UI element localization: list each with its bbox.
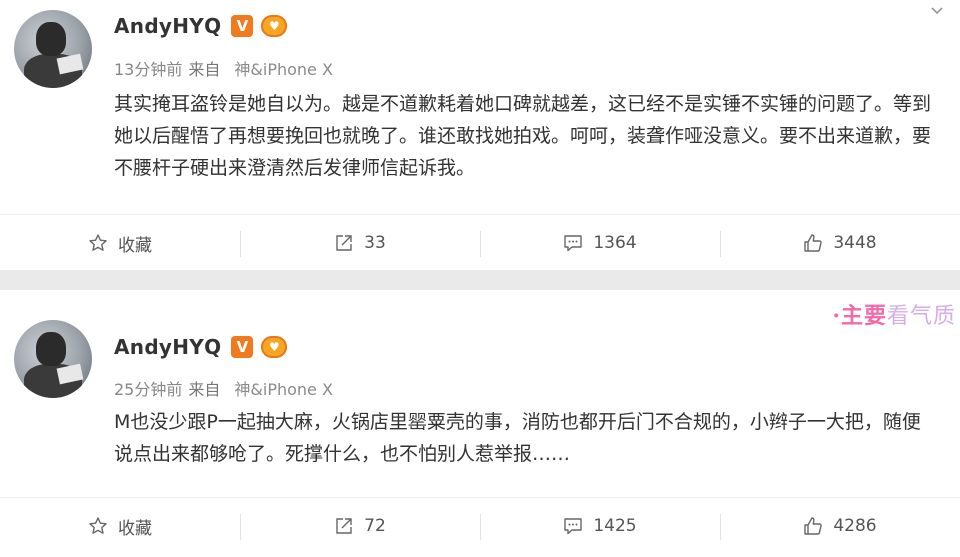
watermark: ·主要看气质: [832, 303, 956, 329]
repost-button[interactable]: 72: [240, 498, 480, 554]
weibo-post: AndyHYQ V ♥ 25分钟前 来自 神&iPhone X M也没少跟P一起…: [0, 290, 960, 557]
thumbs-up-icon: [804, 234, 823, 252]
post-content: M也没少跟P一起抽大麻，火锅店里罂粟壳的事，消防也都开后门不合规的，小辫子一大把…: [114, 411, 921, 465]
verified-badge-icon: V: [231, 336, 254, 358]
device-label: 神&iPhone X: [234, 380, 333, 399]
comment-icon: [564, 518, 583, 535]
star-icon: [89, 234, 107, 251]
post-time[interactable]: 25分钟前: [114, 376, 182, 400]
repost-count: 72: [364, 516, 386, 536]
fan-badge-icon: ♥: [261, 336, 288, 358]
comment-button[interactable]: 1364: [480, 215, 720, 271]
like-count: 3448: [833, 233, 877, 253]
like-button[interactable]: 4286: [720, 498, 960, 554]
avatar[interactable]: [14, 320, 92, 398]
action-bar: 收藏 33 1364 3448: [0, 214, 960, 271]
star-icon: [89, 517, 107, 534]
share-icon: [336, 518, 352, 534]
post-time[interactable]: 13分钟前: [114, 56, 182, 80]
username[interactable]: AndyHYQ: [114, 335, 221, 359]
verified-badge-icon: V: [231, 15, 254, 37]
chevron-down-icon[interactable]: [928, 2, 946, 20]
comment-button[interactable]: 1425: [480, 498, 720, 554]
favorite-label: 收藏: [118, 518, 152, 539]
comment-count: 1425: [593, 516, 637, 536]
from-label: 来自: [188, 60, 221, 79]
post-content: 其实掩耳盗铃是她自以为。越是不道歉耗着她口碑就越差，这已经不是实锤不实锤的问题了…: [114, 93, 932, 179]
author-row: AndyHYQ V ♥: [114, 14, 288, 38]
post-meta: 25分钟前 来自 神&iPhone X: [114, 376, 333, 400]
post-meta: 13分钟前 来自 神&iPhone X: [114, 56, 333, 80]
favorite-button[interactable]: 收藏: [0, 498, 240, 554]
from-label: 来自: [188, 380, 221, 399]
avatar[interactable]: [14, 10, 92, 88]
favorite-button[interactable]: 收藏: [0, 215, 240, 271]
repost-button[interactable]: 33: [240, 215, 480, 271]
share-icon: [336, 235, 352, 251]
repost-count: 33: [364, 233, 386, 253]
comment-icon: [564, 235, 583, 252]
username[interactable]: AndyHYQ: [114, 14, 221, 38]
author-row: AndyHYQ V ♥: [114, 335, 288, 359]
action-bar: 收藏 72 1425 4286: [0, 497, 960, 554]
like-button[interactable]: 3448: [720, 215, 960, 271]
fan-badge-icon: ♥: [261, 15, 288, 37]
thumbs-up-icon: [804, 517, 823, 535]
weibo-post: AndyHYQ V ♥ 13分钟前 来自 神&iPhone X 其实掩耳盗铃是她…: [0, 0, 960, 270]
favorite-label: 收藏: [118, 235, 152, 256]
comment-count: 1364: [593, 233, 637, 253]
like-count: 4286: [833, 516, 877, 536]
device-label: 神&iPhone X: [234, 60, 333, 79]
